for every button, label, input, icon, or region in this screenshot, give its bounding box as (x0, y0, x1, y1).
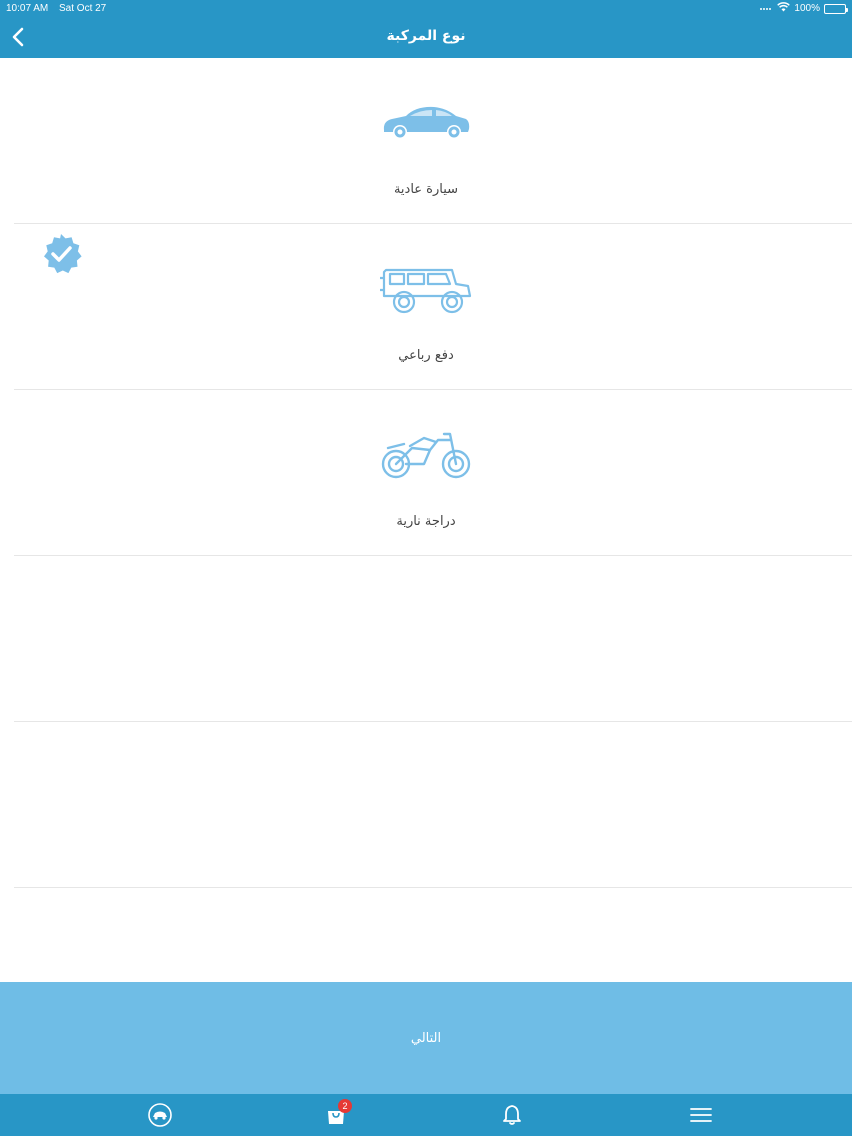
top-bar: 10:07 AM Sat Oct 27 100% نوع المركبة (0, 0, 852, 58)
vehicle-type-list: سيارة عادية دفع رباعي دراجة نارية (0, 58, 852, 888)
vehicle-option-label: دراجة نارية (396, 514, 456, 529)
status-date: Sat Oct 27 (59, 3, 107, 14)
sedan-car-icon (376, 92, 476, 152)
bell-icon (503, 1105, 521, 1125)
car-logo-icon (148, 1103, 172, 1127)
vehicle-option-motorcycle[interactable]: دراجة نارية (14, 390, 852, 556)
vehicle-option-label: سيارة عادية (393, 182, 459, 197)
signal-icon (759, 3, 773, 14)
check-badge-icon (44, 234, 82, 274)
vehicle-option-4x4[interactable]: دفع رباعي (14, 224, 852, 390)
jeep-4x4-icon (376, 258, 476, 318)
status-time: 10:07 AM (6, 3, 49, 14)
wifi-icon (777, 2, 791, 15)
vehicle-option-label: دفع رباعي (398, 348, 454, 363)
hamburger-menu-icon (690, 1108, 712, 1122)
bottom-tab-bar: 2 (0, 1094, 852, 1136)
tab-notifications[interactable] (492, 1094, 532, 1136)
tab-home[interactable] (140, 1094, 180, 1136)
status-right: 100% (759, 2, 848, 15)
page-title: نوع المركبة (386, 28, 466, 44)
empty-row (14, 722, 852, 888)
battery-icon (824, 3, 848, 14)
cart-badge: 2 (338, 1099, 352, 1113)
motorcycle-icon (376, 424, 476, 484)
empty-row (14, 556, 852, 722)
app-screen: 10:07 AM Sat Oct 27 100% نوع المركبة سيا… (0, 0, 852, 1136)
next-button[interactable]: التالي (0, 982, 852, 1094)
status-bar: 10:07 AM Sat Oct 27 100% (0, 0, 852, 18)
tab-cart[interactable]: 2 (316, 1094, 356, 1136)
tab-menu[interactable] (681, 1094, 721, 1136)
battery-percent: 100% (794, 3, 820, 14)
next-button-label: التالي (410, 1030, 442, 1046)
vehicle-option-sedan[interactable]: سيارة عادية (14, 58, 852, 224)
